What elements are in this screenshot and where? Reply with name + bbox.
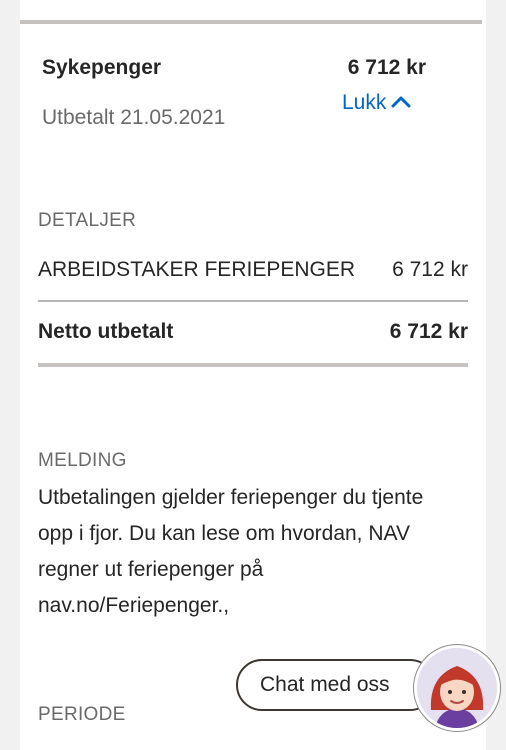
payment-date: Utbetalt 21.05.2021 (42, 106, 226, 129)
net-divider (38, 363, 468, 367)
period-heading: PERIODE (38, 704, 126, 725)
collapse-toggle-button[interactable]: Lukk (342, 91, 412, 115)
toggle-label: Lukk (342, 91, 387, 114)
detail-line-label: ARBEIDSTAKER FERIEPENGER (38, 258, 356, 281)
net-label: Netto utbetalt (38, 320, 174, 343)
detail-divider (38, 300, 468, 302)
payment-title: Sykepenger (42, 56, 162, 79)
net-amount: 6 712 kr (389, 320, 468, 343)
chevron-up-icon (390, 91, 412, 115)
top-divider (20, 20, 482, 24)
details-heading: DETALJER (38, 210, 137, 231)
chat-avatar-icon[interactable] (414, 645, 500, 731)
chat-button[interactable]: Chat med oss (236, 659, 436, 711)
payment-amount: 6 712 kr (347, 56, 426, 79)
message-text: Utbetalingen gjelder feriepenger du tjen… (38, 486, 424, 617)
detail-line-amount: 6 712 kr (392, 258, 468, 281)
message-heading: MELDING (38, 450, 127, 471)
